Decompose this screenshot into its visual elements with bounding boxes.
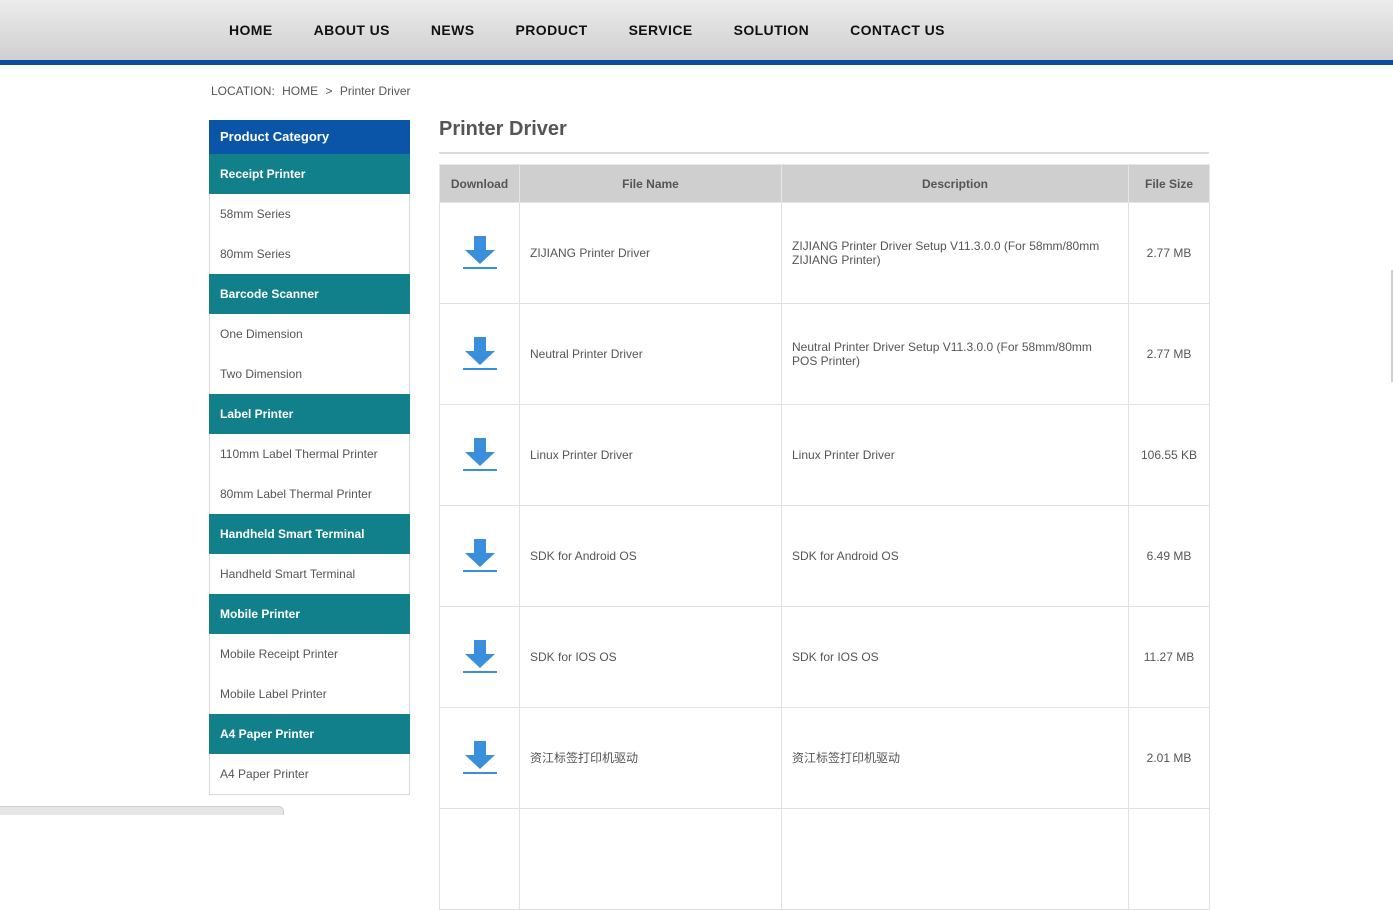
table-row: 资江标签打印机驱动 资江标签打印机驱动 2.01 MB [439,707,1210,809]
breadcrumb-home-link[interactable]: HOME [282,84,318,98]
sidebar-item-110mm-label-printer[interactable]: 110mm Label Thermal Printer [210,434,409,474]
sidebar-item-one-dimension[interactable]: One Dimension [210,314,409,354]
download-cell [439,606,520,708]
nav-about-us[interactable]: ABOUT US [314,22,390,38]
column-header-file-size: File Size [1128,164,1210,203]
product-category-sidebar: Product Category Receipt Printer 58mm Se… [209,120,410,795]
sidebar-item-80mm-label-printer[interactable]: 80mm Label Thermal Printer [210,474,409,514]
file-size-cell: 2.77 MB [1128,303,1210,405]
nav-home[interactable]: HOME [229,22,273,38]
file-size-cell: 6.49 MB [1128,505,1210,607]
table-row: Linux Printer Driver Linux Printer Driver… [439,404,1210,506]
description-cell [781,808,1129,910]
download-arrow-icon[interactable] [462,739,498,775]
description-cell: ZIJIANG Printer Driver Setup V11.3.0.0 (… [781,202,1129,304]
sidebar-item-58mm-series[interactable]: 58mm Series [210,194,409,234]
sidebar-group-label-printer[interactable]: Label Printer [209,394,410,434]
sidebar-item-80mm-series[interactable]: 80mm Series [210,234,409,274]
page-title: Printer Driver [439,118,567,140]
sidebar-header: Product Category [209,120,410,154]
file-name-cell: 资江标签打印机驱动 [519,707,782,809]
download-arrow-icon[interactable] [462,436,498,472]
nav-solution[interactable]: SOLUTION [734,22,810,38]
sidebar-group-a4-paper-printer[interactable]: A4 Paper Printer [209,714,410,754]
sidebar-item-mobile-receipt-printer[interactable]: Mobile Receipt Printer [210,634,409,674]
description-cell: SDK for IOS OS [781,606,1129,708]
sidebar-group-mobile-printer[interactable]: Mobile Printer [209,594,410,634]
table-row: SDK for IOS OS SDK for IOS OS 11.27 MB [439,606,1210,708]
sidebar-group-handheld-smart-terminal[interactable]: Handheld Smart Terminal [209,514,410,554]
file-size-cell: 2.01 MB [1128,707,1210,809]
table-row: ZIJIANG Printer Driver ZIJIANG Printer Dr… [439,202,1210,304]
download-cell [439,505,520,607]
title-divider [439,152,1209,154]
table-row [439,808,1210,910]
description-cell: SDK for Android OS [781,505,1129,607]
download-arrow-icon[interactable] [462,234,498,270]
file-name-cell: SDK for Android OS [519,505,782,607]
description-cell: 资江标签打印机驱动 [781,707,1129,809]
download-cell [439,202,520,304]
sidebar-item-a4-paper-printer[interactable]: A4 Paper Printer [210,754,409,794]
file-name-cell: SDK for IOS OS [519,606,782,708]
download-cell [439,303,520,405]
download-arrow-icon[interactable] [462,335,498,371]
nav-product[interactable]: PRODUCT [516,22,588,38]
main-nav: HOME ABOUT US NEWS PRODUCT SERVICE SOLUT… [229,0,986,60]
file-size-cell: 2.77 MB [1128,202,1210,304]
column-header-description: Description [781,164,1129,203]
downloads-table: Download File Name Description File Size… [439,164,1210,910]
top-navigation-bar: HOME ABOUT US NEWS PRODUCT SERVICE SOLUT… [0,0,1393,65]
breadcrumb: LOCATION: HOME > Printer Driver [211,84,415,98]
nav-contact-us[interactable]: CONTACT US [850,22,945,38]
file-name-cell: Neutral Printer Driver [519,303,782,405]
sidebar-group-receipt-printer[interactable]: Receipt Printer [209,154,410,194]
download-cell [439,404,520,506]
column-header-file-name: File Name [519,164,782,203]
table-row: Neutral Printer Driver Neutral Printer Dr… [439,303,1210,405]
sidebar-item-handheld-smart-terminal[interactable]: Handheld Smart Terminal [210,554,409,594]
file-name-cell: ZIJIANG Printer Driver [519,202,782,304]
download-arrow-icon[interactable] [462,537,498,573]
download-cell [439,707,520,809]
sidebar-group-barcode-scanner[interactable]: Barcode Scanner [209,274,410,314]
table-header-row: Download File Name Description File Size [439,164,1210,203]
breadcrumb-label: LOCATION: [211,84,275,98]
table-row: SDK for Android OS SDK for Android OS 6.49… [439,505,1210,607]
breadcrumb-separator: > [325,84,333,98]
nav-news[interactable]: NEWS [431,22,475,38]
file-name-cell [519,808,782,910]
file-name-cell: Linux Printer Driver [519,404,782,506]
breadcrumb-current: Printer Driver [339,84,411,98]
column-header-download: Download [439,164,520,203]
description-cell: Linux Printer Driver [781,404,1129,506]
sidebar-item-mobile-label-printer[interactable]: Mobile Label Printer [210,674,409,714]
file-size-cell [1128,808,1210,910]
download-cell [439,808,520,910]
sidebar-item-two-dimension[interactable]: Two Dimension [210,354,409,394]
download-arrow-icon[interactable] [462,638,498,674]
file-size-cell: 106.55 KB [1128,404,1210,506]
nav-service[interactable]: SERVICE [629,22,693,38]
description-cell: Neutral Printer Driver Setup V11.3.0.0 (… [781,303,1129,405]
file-size-cell: 11.27 MB [1128,606,1210,708]
